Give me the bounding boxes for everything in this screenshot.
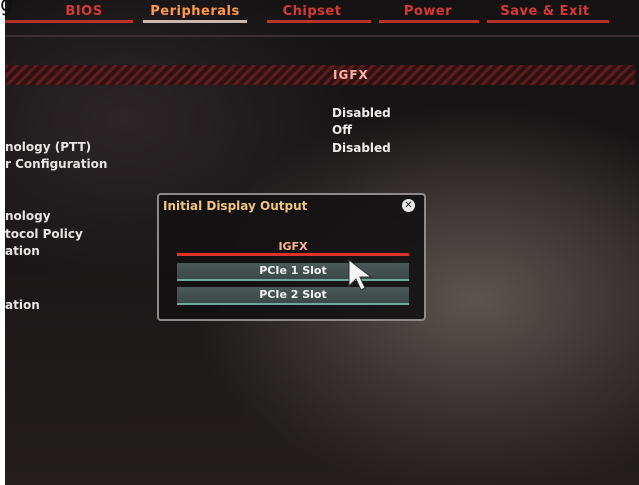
bios-screen: BIOS Peripherals Chipset Power Save & Ex… (5, 0, 639, 485)
setting-label-ation-1[interactable]: ation (5, 244, 40, 258)
setting-value-3: Disabled (332, 141, 391, 155)
tab-peripherals-underline (143, 20, 247, 23)
setting-label-protocol-policy[interactable]: tocol Policy (5, 227, 83, 241)
tab-chipset[interactable]: Chipset (267, 4, 357, 19)
header-divider (5, 35, 639, 37)
initial-display-output-dialog: Initial Display Output ✕ IGFX PCIe 1 Slo… (157, 193, 426, 321)
section-title: IGFX (333, 68, 369, 82)
dialog-title: Initial Display Output (163, 199, 308, 213)
close-icon[interactable]: ✕ (402, 199, 415, 212)
setting-value-1: Disabled (332, 106, 391, 120)
setting-label-technology[interactable]: nology (5, 209, 51, 223)
caption-fragment: g (0, 0, 14, 16)
tab-chipset-underline (267, 20, 371, 23)
setting-value-2: Off (332, 123, 352, 137)
setting-label-configuration[interactable]: r Configuration (5, 157, 107, 171)
tab-save-exit[interactable]: Save & Exit (485, 4, 605, 19)
section-hatch-band (5, 65, 635, 85)
tab-peripherals[interactable]: Peripherals (140, 4, 250, 19)
tab-power-underline (379, 20, 479, 23)
tab-bios-underline (5, 20, 133, 23)
setting-label-ation-2[interactable]: ation (5, 298, 40, 312)
tab-bar: BIOS Peripherals Chipset Power Save & Ex… (5, 0, 639, 30)
setting-label-ptt[interactable]: nology (PTT) (5, 140, 91, 154)
tab-save-exit-underline (487, 20, 609, 23)
mouse-pointer-icon (348, 258, 373, 291)
tab-bios[interactable]: BIOS (49, 4, 119, 19)
option-igfx[interactable]: IGFX (177, 239, 409, 256)
tab-power[interactable]: Power (383, 4, 473, 19)
